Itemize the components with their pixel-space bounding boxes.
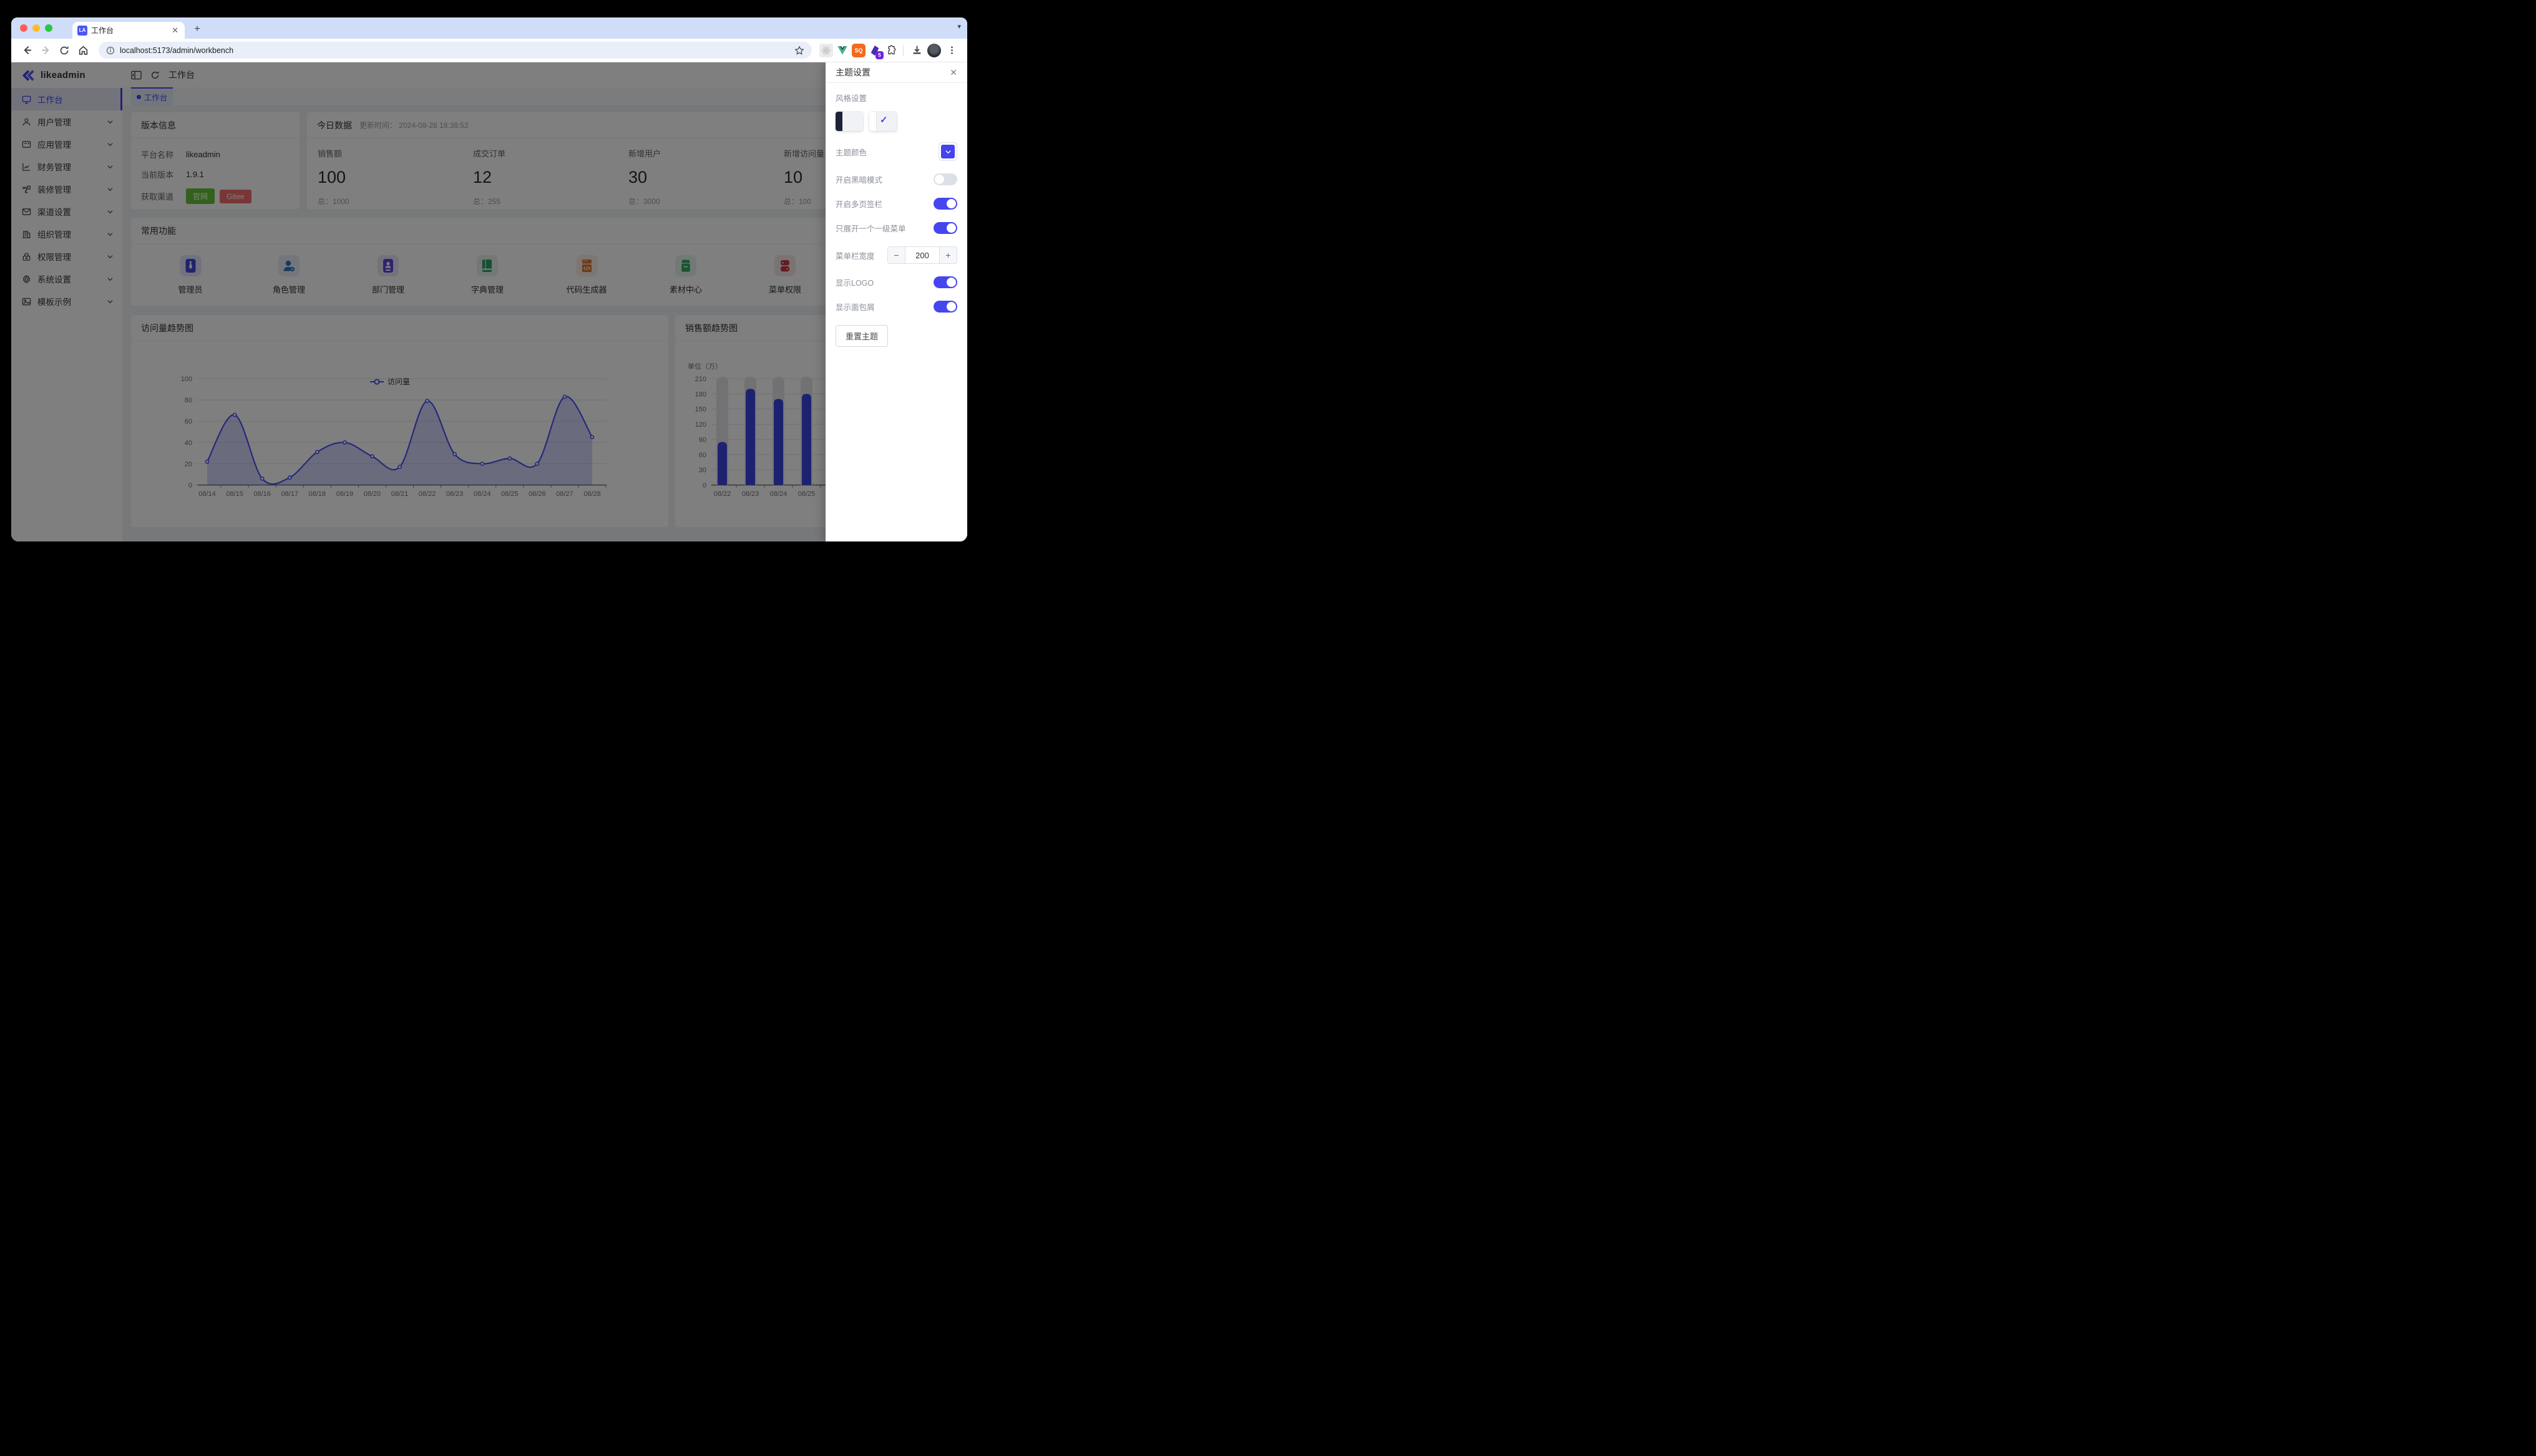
close-icon[interactable]: ✕	[950, 67, 957, 78]
theme-settings-drawer: 主题设置 ✕ 风格设置 ✓ 主题颜色 开启黑暗模式 开启多页签栏 只展开一个一级…	[826, 62, 967, 541]
reload-icon[interactable]	[56, 42, 72, 59]
home-icon[interactable]	[75, 42, 91, 59]
single-menu-label: 只展开一个一级菜单	[836, 225, 906, 233]
browser-toolbar: localhost:5173/admin/workbench SQ 5	[11, 39, 967, 62]
vue-devtools-icon[interactable]	[836, 44, 849, 57]
browser-tab[interactable]: LA 工作台 ✕	[72, 22, 185, 39]
react-devtools-icon[interactable]	[819, 43, 833, 57]
theme-color-label: 主题颜色	[836, 148, 867, 157]
browser-tabstrip: LA 工作台 ✕ + ▾	[11, 17, 967, 39]
multi-tab-toggle[interactable]	[934, 198, 957, 210]
desktop-background: LA 工作台 ✕ + ▾ localhost:5173/admin/workbe…	[0, 0, 978, 562]
dark-mode-toggle[interactable]	[934, 173, 957, 185]
theme-color-picker[interactable]	[939, 142, 957, 161]
new-tab-button[interactable]: +	[190, 22, 205, 37]
tab-search-chevron-icon[interactable]: ▾	[957, 22, 961, 31]
show-logo-label: 显示LOGO	[836, 279, 874, 288]
dark-mode-label: 开启黑暗模式	[836, 176, 883, 185]
browser-window: LA 工作台 ✕ + ▾ localhost:5173/admin/workbe…	[11, 17, 967, 541]
sq-extension-icon[interactable]: SQ	[852, 43, 866, 57]
zoom-window-button[interactable]	[45, 24, 52, 32]
style-section-label: 风格设置	[836, 94, 867, 103]
tab-title: 工作台	[91, 26, 114, 35]
multi-tab-label: 开启多页签栏	[836, 200, 883, 209]
back-icon[interactable]	[19, 42, 35, 59]
selected-check-icon: ✓	[880, 115, 888, 125]
style-option-light[interactable]: ✓	[869, 112, 897, 131]
reset-theme-button[interactable]: 重置主题	[836, 325, 889, 347]
url-text: localhost:5173/admin/workbench	[120, 46, 234, 55]
increase-width-button[interactable]: +	[940, 247, 957, 263]
tab-close-icon[interactable]: ✕	[170, 26, 180, 36]
extensions-puzzle-icon[interactable]	[884, 44, 898, 57]
menu-width-value[interactable]: 200	[905, 247, 940, 263]
show-breadcrumb-toggle[interactable]	[934, 301, 957, 313]
style-option-dark-sidebar[interactable]	[836, 112, 863, 131]
downloads-icon[interactable]	[909, 42, 925, 59]
forward-icon[interactable]	[37, 42, 54, 59]
minimize-window-button[interactable]	[32, 24, 40, 32]
menu-width-label: 菜单栏宽度	[836, 251, 875, 261]
menu-width-stepper: − 200 +	[887, 246, 957, 264]
dark-sidebar-preview-icon	[836, 112, 842, 131]
profile-avatar[interactable]	[927, 43, 941, 57]
toolbar-divider	[903, 44, 904, 56]
show-logo-toggle[interactable]	[934, 276, 957, 288]
address-bar[interactable]: localhost:5173/admin/workbench	[99, 42, 812, 59]
bookmark-star-icon[interactable]	[794, 45, 804, 56]
site-info-icon[interactable]	[106, 46, 115, 55]
chevron-down-icon	[945, 150, 951, 153]
show-breadcrumb-label: 显示面包屑	[836, 303, 875, 312]
single-menu-toggle[interactable]	[934, 222, 957, 234]
admin-page: likeadmin 工作台 用户管理 应用管理	[11, 62, 967, 541]
tab-favicon: LA	[77, 25, 87, 36]
decrease-width-button[interactable]: −	[888, 247, 905, 263]
kebab-menu-icon[interactable]	[944, 42, 960, 59]
drawer-backdrop[interactable]	[11, 62, 967, 541]
purple-extension-icon[interactable]: 5	[868, 44, 884, 59]
close-window-button[interactable]	[20, 24, 27, 32]
drawer-title: 主题设置	[836, 67, 871, 77]
window-controls	[20, 24, 52, 32]
extension-badge: 5	[875, 51, 884, 59]
light-sidebar-preview-icon	[869, 112, 876, 131]
